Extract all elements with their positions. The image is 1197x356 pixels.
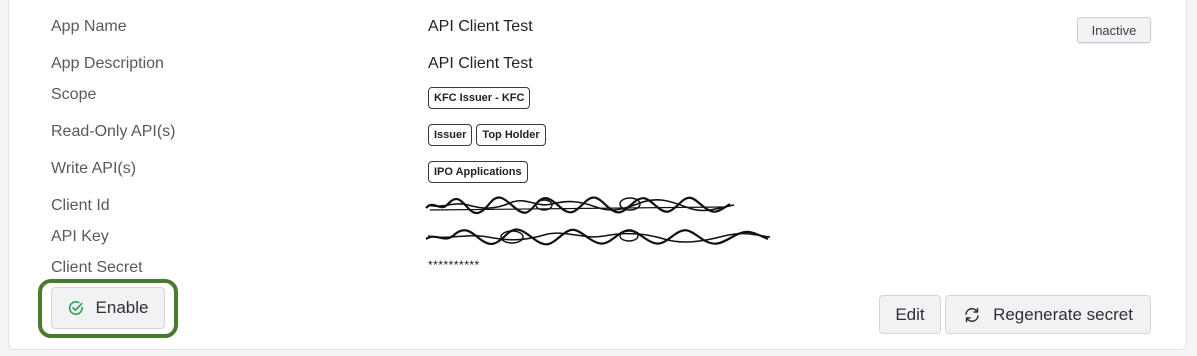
- client-id-redacted: [425, 196, 735, 215]
- write-api-label: Write API(s): [51, 160, 137, 177]
- write-api-tag: IPO Applications: [428, 161, 528, 183]
- app-name-label: App Name: [51, 18, 127, 35]
- read-only-api-tag: Issuer: [428, 124, 473, 146]
- check-circle-icon: [68, 300, 84, 316]
- scope-label: Scope: [51, 86, 97, 103]
- read-only-api-tag: Top Holder: [476, 124, 546, 146]
- client-secret-label: Client Secret: [51, 259, 143, 276]
- enable-button-label: Enable: [95, 298, 149, 317]
- edit-button[interactable]: Edit: [879, 295, 941, 334]
- app-description-label: App Description: [51, 55, 164, 72]
- read-only-api-label: Read-Only API(s): [51, 123, 176, 140]
- app-description-value: API Client Test: [428, 55, 533, 72]
- status-badge[interactable]: Inactive: [1077, 17, 1151, 43]
- api-key-redacted: [425, 228, 771, 246]
- app-name-value: API Client Test: [428, 18, 533, 35]
- api-key-label: API Key: [51, 228, 109, 245]
- refresh-icon: [963, 307, 981, 323]
- read-only-api-tags: Issuer Top Holder: [428, 124, 546, 146]
- scope-tag: KFC Issuer - KFC: [428, 87, 531, 109]
- edit-button-label: Edit: [895, 304, 925, 324]
- client-secret-value: **********: [428, 258, 480, 272]
- scope-tags: KFC Issuer - KFC: [428, 87, 531, 109]
- enable-button[interactable]: Enable: [51, 287, 165, 329]
- regenerate-secret-label: Regenerate secret: [993, 304, 1133, 324]
- write-api-tags: IPO Applications: [428, 161, 528, 183]
- regenerate-secret-button[interactable]: Regenerate secret: [945, 295, 1151, 334]
- client-id-label: Client Id: [51, 197, 110, 214]
